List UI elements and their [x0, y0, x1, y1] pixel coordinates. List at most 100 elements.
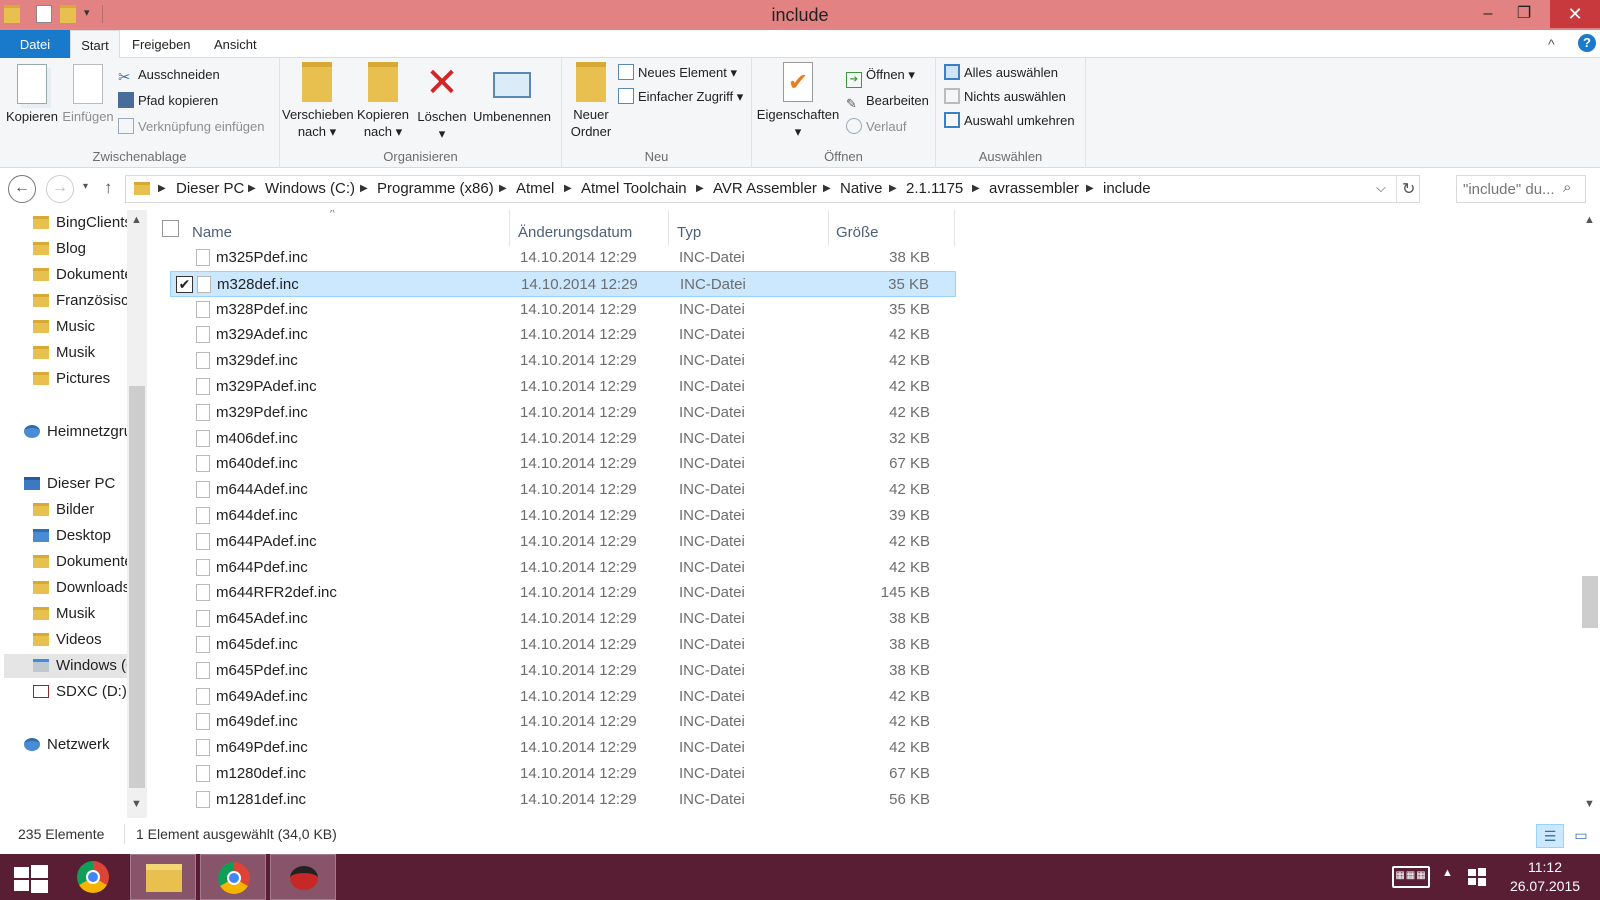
- address-bar[interactable]: ▶ Dieser PC ▶ Windows (C:) ▶ Programme (…: [125, 175, 1420, 203]
- help-icon[interactable]: ?: [1578, 34, 1596, 52]
- sidebar-item-music[interactable]: Music: [33, 315, 127, 339]
- breadcrumb-separator[interactable]: ▶: [696, 176, 704, 202]
- breadcrumb-version[interactable]: 2.1.1175: [906, 176, 963, 202]
- taskbar-chrome-1[interactable]: [60, 854, 126, 900]
- start-button[interactable]: [4, 854, 56, 900]
- history-button[interactable]: Verlauf: [846, 116, 906, 138]
- forward-button[interactable]: →: [46, 175, 74, 203]
- rename-button[interactable]: Umbenennen: [470, 62, 554, 125]
- select-none-button[interactable]: Nichts auswählen: [944, 86, 1066, 108]
- back-button[interactable]: ←: [8, 175, 36, 203]
- sidebar-item-musik-pc[interactable]: Musik: [33, 602, 127, 626]
- sidebar-item-network[interactable]: Netzwerk: [24, 733, 127, 757]
- breadcrumb-separator[interactable]: ▶: [499, 176, 507, 202]
- maximize-button[interactable]: ❐: [1506, 0, 1542, 28]
- close-button[interactable]: ✕: [1550, 0, 1600, 28]
- minimize-button[interactable]: –: [1470, 0, 1506, 28]
- breadcrumb-separator[interactable]: ▶: [158, 176, 166, 202]
- column-divider[interactable]: [828, 210, 829, 246]
- move-to-button[interactable]: Verschieben nach ▾: [282, 62, 354, 140]
- search-icon[interactable]: ⌕: [1563, 179, 1571, 196]
- up-button[interactable]: ↑: [104, 178, 113, 198]
- large-icons-view-icon[interactable]: ▭: [1568, 824, 1594, 848]
- table-row[interactable]: m644Pdef.inc 14.10.2014 12:29 INC-Datei 42 …: [170, 555, 956, 581]
- delete-button[interactable]: ✕ Löschen ▾: [416, 62, 468, 142]
- open-button[interactable]: ➔ Öffnen ▾: [846, 64, 915, 88]
- action-center-flag-icon[interactable]: [1468, 868, 1486, 886]
- breadcrumb-windows-c[interactable]: Windows (C:): [265, 176, 355, 202]
- taskbar-file-explorer[interactable]: [130, 854, 196, 900]
- tab-file[interactable]: Datei: [0, 30, 70, 58]
- tab-start[interactable]: Start: [70, 30, 120, 59]
- sidebar-item-dokumente[interactable]: Dokumente: [33, 263, 127, 287]
- breadcrumb-atmel[interactable]: Atmel: [516, 176, 554, 202]
- table-row[interactable]: ✔ m328def.inc 14.10.2014 12:29 INC-Datei 35 …: [170, 270, 956, 297]
- breadcrumb-avrassembler[interactable]: avrassembler: [989, 176, 1079, 202]
- sidebar-item-bingclients[interactable]: BingClients: [33, 211, 127, 235]
- collapse-ribbon-icon[interactable]: ^: [1548, 36, 1555, 52]
- table-row[interactable]: m649Adef.inc 14.10.2014 12:29 INC-Datei 42 …: [170, 684, 956, 710]
- taskbar-ladybug-app[interactable]: [270, 854, 336, 900]
- paste-shortcut-button[interactable]: Verknüpfung einfügen: [118, 116, 265, 138]
- scroll-up-icon[interactable]: ▲: [1584, 214, 1595, 226]
- new-item-button[interactable]: Neues Element ▾: [618, 62, 737, 84]
- breadcrumb-avr-assembler[interactable]: AVR Assembler: [713, 176, 817, 202]
- scroll-down-icon[interactable]: ▼: [131, 798, 142, 810]
- sidebar-item-dokumente-pc[interactable]: Dokumente: [33, 550, 127, 574]
- breadcrumb-include[interactable]: include: [1103, 176, 1151, 202]
- clock-date[interactable]: 26.07.2015: [1500, 878, 1590, 894]
- search-input[interactable]: [1463, 179, 1559, 199]
- table-row[interactable]: m644RFR2def.inc 14.10.2014 12:29 INC-Datei…: [170, 580, 956, 606]
- copy-button[interactable]: Kopieren: [4, 64, 60, 125]
- breadcrumb-separator[interactable]: ▶: [248, 176, 256, 202]
- easy-access-button[interactable]: Einfacher Zugriff ▾: [618, 86, 743, 108]
- sidebar-item-bilder[interactable]: Bilder: [33, 498, 127, 522]
- sidebar-item-desktop[interactable]: Desktop: [33, 524, 127, 548]
- table-row[interactable]: m328Pdef.inc 14.10.2014 12:29 INC-Datei 35 …: [170, 297, 956, 323]
- table-row[interactable]: m644def.inc 14.10.2014 12:29 INC-Datei 39 K…: [170, 503, 956, 529]
- tab-view[interactable]: Ansicht: [202, 30, 269, 58]
- invert-selection-button[interactable]: Auswahl umkehren: [944, 110, 1075, 132]
- row-checkbox[interactable]: ✔: [176, 275, 193, 293]
- new-folder-button[interactable]: Neuer Ordner: [566, 62, 616, 140]
- table-row[interactable]: m645Pdef.inc 14.10.2014 12:29 INC-Datei 38 …: [170, 658, 956, 684]
- recent-locations-icon[interactable]: ▾: [83, 181, 88, 192]
- scroll-thumb[interactable]: [1582, 576, 1598, 628]
- tab-share[interactable]: Freigeben: [120, 30, 203, 58]
- column-header-name[interactable]: Name: [192, 224, 232, 241]
- column-divider[interactable]: [668, 210, 669, 246]
- sidebar-item-blog[interactable]: Blog: [33, 237, 127, 261]
- navigation-pane-scrollbar[interactable]: ▲ ▼: [127, 210, 147, 818]
- table-row[interactable]: m649Pdef.inc 14.10.2014 12:29 INC-Datei 42 …: [170, 735, 956, 761]
- scroll-down-icon[interactable]: ▼: [1584, 798, 1595, 810]
- sidebar-item-sdxc[interactable]: SDXC (D:): [33, 680, 127, 704]
- breadcrumb-programme[interactable]: Programme (x86): [377, 176, 494, 202]
- breadcrumb-separator[interactable]: ▶: [564, 176, 572, 202]
- sidebar-item-homegroup[interactable]: Heimnetzgruppe: [24, 420, 127, 444]
- select-all-checkbox[interactable]: [162, 220, 179, 237]
- table-row[interactable]: m644PAdef.inc 14.10.2014 12:29 INC-Datei 42…: [170, 529, 956, 555]
- scroll-up-icon[interactable]: ▲: [131, 214, 142, 226]
- table-row[interactable]: m1281def.inc 14.10.2014 12:29 INC-Datei 56 …: [170, 787, 956, 813]
- table-row[interactable]: m329Adef.inc 14.10.2014 12:29 INC-Datei 42 …: [170, 322, 956, 348]
- breadcrumb-atmel-toolchain[interactable]: Atmel Toolchain: [581, 176, 687, 202]
- column-header-date[interactable]: Änderungsdatum: [518, 224, 632, 241]
- breadcrumb-dieser-pc[interactable]: Dieser PC: [176, 176, 244, 202]
- touch-keyboard-icon[interactable]: ▦▦▦: [1392, 866, 1430, 888]
- sidebar-item-windows-c[interactable]: Windows (C:): [4, 654, 127, 678]
- table-row[interactable]: m645Adef.inc 14.10.2014 12:29 INC-Datei 38 …: [170, 606, 956, 632]
- table-row[interactable]: m645def.inc 14.10.2014 12:29 INC-Datei 38 K…: [170, 632, 956, 658]
- column-divider[interactable]: [509, 210, 510, 246]
- file-list-scrollbar[interactable]: ▲ ▼: [1580, 210, 1600, 818]
- sidebar-item-pictures[interactable]: Pictures: [33, 367, 127, 391]
- sidebar-item-musik[interactable]: Musik: [33, 341, 127, 365]
- table-row[interactable]: m640def.inc 14.10.2014 12:29 INC-Datei 67 K…: [170, 451, 956, 477]
- breadcrumb-separator[interactable]: ▶: [889, 176, 897, 202]
- scroll-thumb[interactable]: [129, 386, 145, 788]
- column-header-type[interactable]: Typ: [677, 224, 701, 241]
- sidebar-item-videos[interactable]: Videos: [33, 628, 127, 652]
- sidebar-item-this-pc[interactable]: Dieser PC: [24, 472, 127, 496]
- cut-button[interactable]: ✂ Ausschneiden: [118, 64, 220, 86]
- table-row[interactable]: m1280def.inc 14.10.2014 12:29 INC-Datei 67 …: [170, 761, 956, 787]
- select-all-button[interactable]: Alles auswählen: [944, 62, 1058, 84]
